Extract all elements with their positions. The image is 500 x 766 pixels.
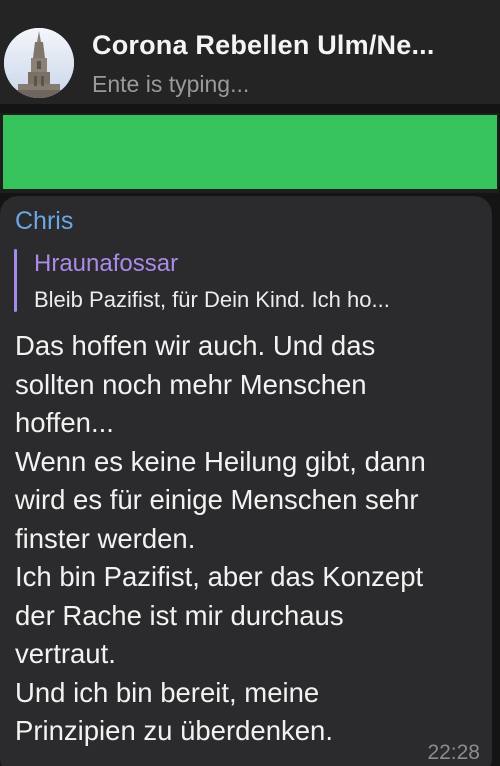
reply-author[interactable]: Hraunafossar (34, 250, 178, 278)
message-line: hoffen... (15, 407, 114, 438)
group-avatar[interactable] (4, 28, 74, 98)
sender-name[interactable]: Chris (15, 207, 73, 236)
reply-text[interactable]: Bleib Pazifist, für Dein Kind. Ich ho... (34, 287, 480, 313)
green-media-block[interactable] (3, 115, 497, 189)
message-line: Ich bin Pazifist, aber das Konzept (15, 561, 424, 592)
reply-quote-bar (14, 249, 17, 312)
message-line: der Rache ist mir durchaus (15, 599, 344, 631)
message-text: Das hoffen wir auch. Und das sollten noc… (15, 327, 485, 751)
typing-status: Ente is typing... (92, 71, 250, 97)
message-bubble[interactable]: Chris Hraunafossar Bleib Pazifist, für D… (0, 196, 492, 766)
message-timestamp: 22:28 (427, 741, 480, 764)
chat-title[interactable]: Corona Rebellen Ulm/Ne... (92, 30, 492, 61)
message-line: finster werden. (15, 522, 196, 554)
media-banner (0, 113, 499, 193)
message-line: Prinzipien zu überdenken. (15, 715, 333, 746)
message-line: Das hoffen wir auch. Und das (15, 330, 376, 361)
message-line: vertraut. (15, 638, 116, 669)
chat-header[interactable]: Corona Rebellen Ulm/Ne... Ente is typing… (0, 0, 500, 104)
ulm-minster-avatar-icon (4, 28, 74, 98)
message-line: Wenn es keine Heilung gibt, dann (15, 445, 426, 477)
chat-screen: Corona Rebellen Ulm/Ne... Ente is typing… (0, 0, 500, 766)
message-line: sollten noch mehr Menschen (15, 368, 367, 400)
message-line: wird es für einige Menschen sehr (15, 484, 419, 515)
message-line: Und ich bin bereit, meine (15, 676, 320, 708)
